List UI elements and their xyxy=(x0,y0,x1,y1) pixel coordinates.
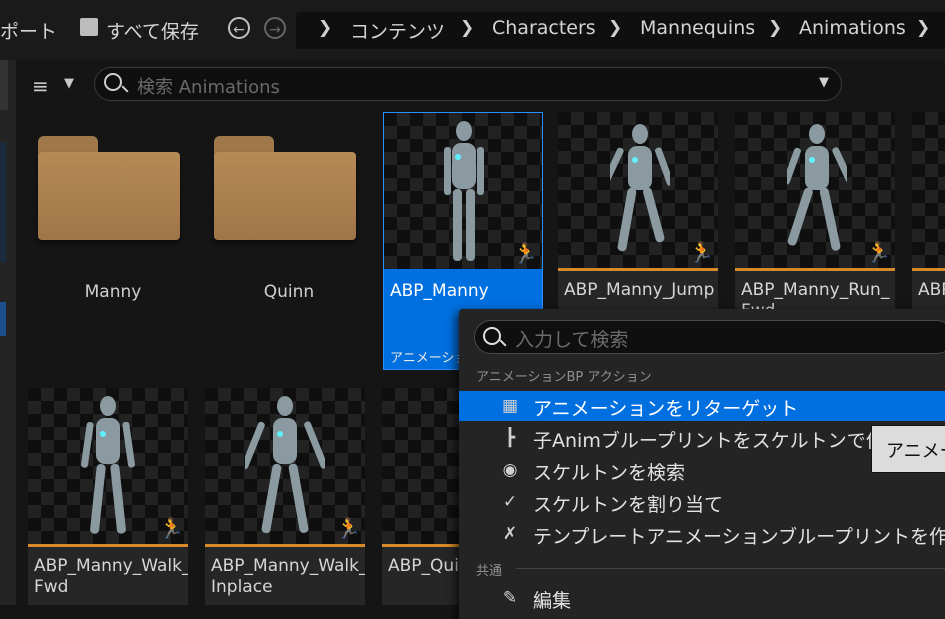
search-icon xyxy=(104,73,122,91)
breadcrumb-item-content[interactable]: コンテンツ xyxy=(350,17,445,44)
folder-body xyxy=(214,152,356,240)
menu-item-label: スケルトンを検索 xyxy=(533,462,686,484)
menu-item-assign-skeleton[interactable]: ✓ スケルトンを割り当て xyxy=(459,487,945,517)
assign-skeleton-icon: ✓ xyxy=(502,492,518,512)
section-header-common: 共通 xyxy=(476,564,503,579)
menu-item-retarget[interactable]: ▦ アニメーションをリターゲット xyxy=(459,391,945,421)
chevron-right-icon[interactable]: ❯ xyxy=(318,18,332,38)
animation-icon: 🏃 xyxy=(336,516,361,540)
chevron-right-icon[interactable]: ❯ xyxy=(460,18,474,38)
chevron-right-icon[interactable]: ❯ xyxy=(916,18,930,38)
retarget-grid-icon: ▦ xyxy=(501,396,519,416)
section-divider xyxy=(516,568,945,569)
menu-item-create-template[interactable]: ✗ テンプレートアニメーションブループリントを作成 xyxy=(459,519,945,549)
mannequin-figure xyxy=(610,124,670,252)
tooltip-text: アニメー xyxy=(886,441,945,462)
folder-label[interactable]: Quinn xyxy=(204,282,374,302)
breadcrumb-item-mannequins[interactable]: Mannequins xyxy=(640,17,755,39)
panel-divider xyxy=(0,60,8,110)
animation-blueprint-icon: 🏃 xyxy=(513,241,538,265)
folder-icon[interactable] xyxy=(214,136,356,240)
sources-panel-edge xyxy=(0,60,16,605)
search-icon xyxy=(483,327,501,345)
pencil-icon: ✎ xyxy=(502,588,518,608)
asset-type-label: アニメーショ xyxy=(390,351,468,366)
menu-item-label: 編集 xyxy=(533,590,572,612)
mannequin-figure xyxy=(444,121,484,261)
top-toolbar: ポート すべて保存 ← → ❯ コンテンツ ❯ Characters ❯ Man… xyxy=(0,0,945,60)
chevron-right-icon[interactable]: ❯ xyxy=(768,18,782,38)
asset-label: ABP_Manny_Run_ Fwd xyxy=(741,280,890,312)
menu-item-edit[interactable]: ✎ 編集 xyxy=(459,583,945,613)
context-search-input[interactable]: 入力して検索 xyxy=(474,320,945,354)
mannequin-figure xyxy=(245,396,325,534)
asset-card[interactable]: 🏃 ABP_Manny_Walk_ Fwd xyxy=(28,388,188,605)
folder-icon[interactable] xyxy=(38,136,180,240)
hierarchy-icon: ┣ xyxy=(504,428,516,448)
asset-thumbnail xyxy=(912,112,945,268)
chevron-down-icon[interactable]: ▼ xyxy=(819,75,829,90)
asset-type-bar xyxy=(28,544,188,547)
asset-card[interactable]: 🏃 ABP_Manny_Jump xyxy=(558,112,718,312)
asset-label: ABP_Manny_Walk_ Inplace xyxy=(211,556,365,597)
search-input[interactable]: 検索 Animations ▼ xyxy=(94,67,842,101)
search-icon-handle xyxy=(499,339,507,347)
asset-type-bar xyxy=(558,268,718,271)
template-figure-icon: ✗ xyxy=(502,524,518,544)
asset-type-bar xyxy=(205,544,365,547)
menu-item-label: スケルトンを割り当て xyxy=(533,494,724,516)
asset-label: ABP_ xyxy=(918,280,945,300)
asset-card[interactable]: 🏃 ABP_Manny_Run_ Fwd xyxy=(735,112,895,312)
section-header-anim-bp: アニメーションBP アクション xyxy=(476,370,652,385)
arrow-left-icon[interactable]: ← xyxy=(228,17,250,39)
magnify-circle-icon: ◉ xyxy=(502,460,518,480)
folder-body xyxy=(38,152,180,240)
panel-selection-edge xyxy=(0,142,6,262)
asset-label: ABP_Qui xyxy=(388,556,459,576)
animation-icon: 🏃 xyxy=(689,240,714,264)
save-icon xyxy=(80,18,98,36)
save-all-button[interactable]: すべて保存 xyxy=(106,17,199,44)
asset-label: ABP_Manny_Jump xyxy=(564,280,715,300)
filter-icon[interactable]: ≡ xyxy=(32,74,49,98)
breadcrumb: ❯ コンテンツ ❯ Characters ❯ Mannequins ❯ Anim… xyxy=(296,12,945,49)
chevron-down-icon[interactable]: ▼ xyxy=(64,76,74,91)
folder-label[interactable]: Manny xyxy=(28,282,198,302)
context-search-placeholder: 入力して検索 xyxy=(515,329,629,351)
asset-label: ABP_Manny xyxy=(390,281,489,301)
asset-card[interactable]: ABP_ xyxy=(912,112,945,312)
import-button[interactable]: ポート xyxy=(0,17,57,44)
asset-type-bar xyxy=(735,268,895,271)
menu-item-label: テンプレートアニメーションブループリントを作成 xyxy=(533,526,945,548)
arrow-right-icon[interactable]: → xyxy=(264,17,286,39)
asset-card[interactable]: 🏃 ABP_Manny_Walk_ Inplace xyxy=(205,388,365,605)
mannequin-figure xyxy=(81,396,135,534)
panel-selection-edge xyxy=(0,302,6,336)
animation-icon: 🏃 xyxy=(159,516,184,540)
breadcrumb-item-characters[interactable]: Characters xyxy=(492,17,596,39)
animation-icon: 🏃 xyxy=(866,240,891,264)
tooltip: アニメー xyxy=(871,425,945,473)
menu-item-label: 子Animブループリントをスケルトンで作 xyxy=(533,430,885,452)
mannequin-figure xyxy=(787,124,847,251)
menu-item-label: アニメーションをリターゲット xyxy=(533,398,799,420)
breadcrumb-item-animations[interactable]: Animations xyxy=(799,17,906,39)
search-placeholder: 検索 Animations xyxy=(137,77,280,98)
search-icon-handle xyxy=(121,85,129,93)
chevron-right-icon[interactable]: ❯ xyxy=(608,18,622,38)
asset-type-bar xyxy=(912,268,945,271)
asset-label: ABP_Manny_Walk_ Fwd xyxy=(34,556,188,597)
